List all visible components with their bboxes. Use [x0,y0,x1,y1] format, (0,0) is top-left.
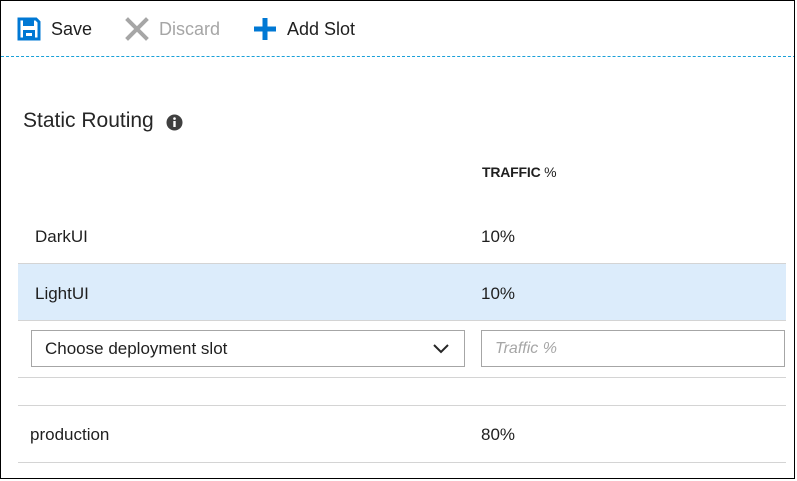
new-slot-row: Choose deployment slot [18,321,786,378]
deployment-slot-dropdown[interactable]: Choose deployment slot [31,330,465,367]
save-icon [17,17,41,41]
routing-blade: Save Discard Add Slot Static Routing TRA… [0,0,795,479]
close-icon [125,17,149,41]
slot-name: DarkUI [35,227,88,246]
discard-button[interactable]: Discard [125,15,220,43]
traffic-header-label: TRAFFIC [482,164,541,180]
add-slot-label: Add Slot [287,18,356,39]
traffic-header-suffix: % [540,164,557,180]
table-row-selected[interactable]: LightUI 10% [18,264,786,321]
dropdown-value: Choose deployment slot [45,338,228,358]
table-row[interactable]: DarkUI 10% [18,207,786,264]
chevron-down-icon [432,341,450,357]
save-button[interactable]: Save [17,15,92,43]
traffic-value: 10% [481,284,516,303]
discard-label: Discard [159,18,221,39]
slot-name: LightUI [35,284,89,303]
save-label: Save [51,18,93,39]
slot-name: production [30,425,110,444]
table-row-production[interactable]: production 80% [18,406,786,463]
info-icon[interactable] [166,113,183,130]
traffic-value: 10% [481,227,516,246]
section-title: Static Routing [23,109,183,133]
traffic-value: 80% [481,425,516,444]
plus-icon [253,17,277,41]
add-slot-button[interactable]: Add Slot [253,15,355,43]
command-bar: Save Discard Add Slot [1,1,794,57]
section-title-text: Static Routing [23,109,154,132]
traffic-percent-input[interactable] [481,330,785,367]
traffic-column-header: TRAFFIC % [482,164,557,180]
